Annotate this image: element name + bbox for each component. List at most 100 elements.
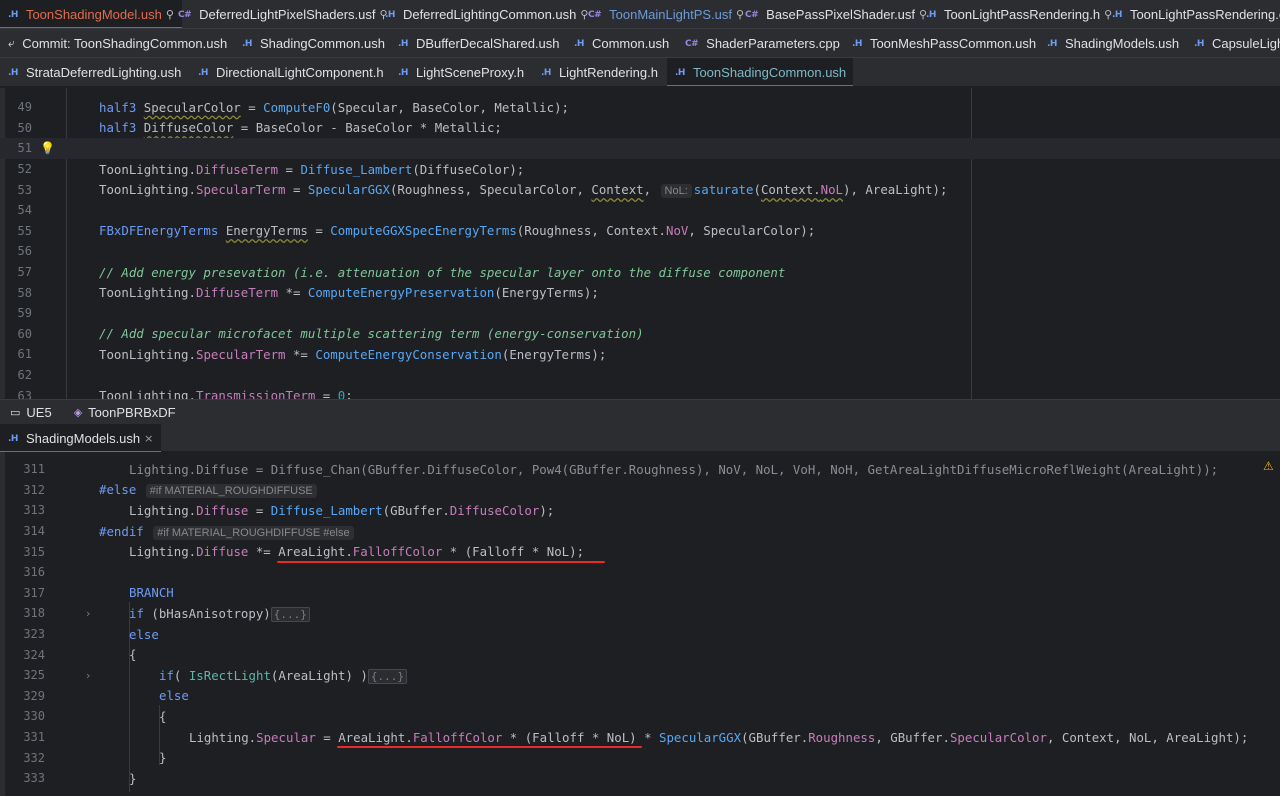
- tab-label: ToonShadingCommon.ush: [692, 65, 847, 80]
- top-code-editor[interactable]: 49 half3 SpecularColor = ComputeF0(Specu…: [0, 88, 1280, 399]
- tab-shadingmodels-bottom[interactable]: .H ShadingModels.ush ×: [0, 424, 162, 453]
- tab-label: CapsuleLight: [1211, 36, 1280, 51]
- header-file-icon: .H: [1194, 38, 1204, 49]
- code-comment: // Add energy presevation (i.e. attenuat…: [99, 264, 786, 280]
- line-number: 54: [17, 203, 32, 218]
- project-icon: ▭: [10, 405, 21, 419]
- tab-label: ShadingCommon.ush: [259, 36, 385, 51]
- code-text: else: [129, 626, 159, 642]
- tab-dbufferdecalshared[interactable]: .H DBufferDecalShared.ush: [390, 29, 568, 57]
- fold-chevron-icon[interactable]: ›: [86, 669, 90, 682]
- tab-deferredlightingcommon[interactable]: .H DeferredLightingCommon.ush ⚲: [377, 0, 596, 28]
- warning-icon[interactable]: ⚠: [1263, 459, 1274, 473]
- tab-toonlightpassrendering-cpp[interactable]: .H ToonLightPassRendering.cpp: [1104, 0, 1280, 28]
- header-file-icon: .H: [8, 433, 18, 444]
- line-number: 313: [23, 503, 45, 518]
- header-file-icon: .H: [398, 67, 408, 78]
- folded-region[interactable]: {...}: [367, 668, 408, 684]
- tab-label: ShaderParameters.cpp: [706, 36, 840, 51]
- tab-toonlightpassrendering-h[interactable]: .H ToonLightPassRendering.h ⚲: [918, 0, 1120, 28]
- code-line: 313 Lighting.Diffuse = Diffuse_Lambert(G…: [0, 500, 1280, 521]
- bottom-code-editor[interactable]: 311 Lighting.Diffuse = Diffuse_Chan(GBuf…: [0, 452, 1280, 796]
- code-line: 333 }: [0, 768, 1280, 789]
- line-number: 330: [23, 709, 45, 724]
- line-number: 49: [17, 100, 32, 115]
- header-file-icon: .H: [852, 38, 862, 49]
- cpp-file-icon: C#: [685, 38, 699, 49]
- line-number: 60: [17, 326, 32, 341]
- code-text: {: [129, 647, 137, 663]
- code-line: 329 else: [0, 686, 1280, 707]
- parameter-hint: NoL:: [660, 184, 692, 199]
- tab-shadingcommon[interactable]: .H ShadingCommon.ush: [234, 29, 393, 57]
- tab-toonshadingcommon[interactable]: .H ToonShadingCommon.ush: [667, 58, 853, 86]
- tab-lightrendering[interactable]: .H LightRendering.h: [533, 58, 666, 86]
- header-file-icon: .H: [541, 67, 551, 78]
- breadcrumb-bar: ▭ UE5 ◈ ToonPBRBxDF: [0, 399, 1280, 424]
- line-number: 323: [23, 627, 45, 642]
- code-line: 55 FBxDFEnergyTerms EnergyTerms = Comput…: [0, 221, 1280, 242]
- line-number: 314: [23, 524, 45, 539]
- code-line: 314 #endif #if MATERIAL_ROUGHDIFFUSE #el…: [0, 521, 1280, 542]
- code-line: 60 // Add specular microfacet multiple s…: [0, 324, 1280, 345]
- code-line: 56: [0, 241, 1280, 262]
- code-text: Lighting.Diffuse = Diffuse_Lambert(GBuff…: [129, 502, 555, 518]
- header-file-icon: .H: [398, 38, 408, 49]
- tab-label: LightRendering.h: [558, 65, 658, 80]
- tab-label: Common.ush: [591, 36, 670, 51]
- header-file-icon: .H: [574, 38, 584, 49]
- cube-icon: ◈: [73, 405, 83, 419]
- code-text: Lighting.Specular = AreaLight.FalloffCol…: [189, 729, 1249, 745]
- tab-lightsceneproxy[interactable]: .H LightSceneProxy.h: [390, 58, 532, 86]
- tab-toonmeshpasscommon[interactable]: .H ToonMeshPassCommon.ush: [844, 29, 1044, 57]
- folded-region[interactable]: {...}: [270, 606, 310, 622]
- tab-label: DeferredLightPixelShaders.usf: [199, 7, 376, 22]
- header-file-icon: .H: [8, 9, 18, 20]
- editor-tabs-row-2: ⤶ Commit: ToonShadingCommon.ush .H Shadi…: [0, 29, 1280, 58]
- code-text: if( IsRectLight(AreaLight) ) {...}: [159, 668, 408, 684]
- line-number: 332: [23, 750, 45, 765]
- header-file-icon: .H: [8, 67, 18, 78]
- tab-toonmainlightps[interactable]: C# ToonMainLightPS.usf ⚲: [580, 0, 752, 28]
- line-number: 324: [23, 647, 45, 662]
- code-text: BRANCH: [129, 585, 174, 601]
- code-comment: // Add specular microfacet multiple scat…: [99, 326, 644, 342]
- fold-chevron-icon[interactable]: ›: [86, 607, 90, 620]
- line-number: 52: [17, 162, 32, 177]
- tab-common[interactable]: .H Common.ush: [566, 29, 677, 57]
- breadcrumb-label: UE5: [26, 404, 52, 420]
- code-line: 63 ToonLighting.TransmissionTerm = 0;: [0, 385, 1280, 399]
- line-number: 56: [17, 244, 32, 259]
- tab-stratadeferredlighting[interactable]: .H StrataDeferredLighting.ush: [0, 58, 189, 86]
- code-line: 323 else: [0, 624, 1280, 645]
- line-number: 50: [17, 120, 32, 135]
- tab-deferredlightpixelshaders[interactable]: C# DeferredLightPixelShaders.usf ⚲: [170, 0, 396, 28]
- tab-capsulelight[interactable]: .H CapsuleLight: [1186, 29, 1280, 57]
- code-line: 59: [0, 303, 1280, 324]
- close-icon[interactable]: ×: [144, 432, 153, 445]
- code-line: 311 Lighting.Diffuse = Diffuse_Chan(GBuf…: [0, 459, 1280, 480]
- line-number: 55: [17, 223, 32, 238]
- breadcrumb-context[interactable]: ◈ ToonPBRBxDF: [74, 405, 176, 420]
- tab-shaderparameters[interactable]: C# ShaderParameters.cpp: [677, 29, 848, 57]
- breadcrumb-project[interactable]: ▭ UE5: [10, 405, 52, 420]
- tab-label: LightSceneProxy.h: [415, 65, 525, 80]
- line-number: 59: [17, 306, 32, 321]
- tab-toonshadingmodel[interactable]: .H ToonShadingModel.ush ⚲: [0, 0, 182, 28]
- lightbulb-icon[interactable]: 💡: [40, 141, 55, 155]
- code-text: ToonLighting.SpecularTerm = SpecularGGX(…: [99, 182, 948, 199]
- line-number: 57: [17, 265, 32, 280]
- code-line: 61 ToonLighting.SpecularTerm *= ComputeE…: [0, 344, 1280, 365]
- code-text: half3 SpecularColor = ComputeF0(Specular…: [99, 99, 570, 115]
- tab-shadingmodels[interactable]: .H ShadingModels.ush: [1039, 29, 1187, 57]
- code-line: 316: [0, 562, 1280, 583]
- tab-directionallightcomponent[interactable]: .H DirectionalLightComponent.h: [190, 58, 392, 86]
- line-number: 61: [17, 347, 32, 362]
- tab-commit[interactable]: ⤶ Commit: ToonShadingCommon.ush: [0, 29, 235, 57]
- line-number: 316: [23, 565, 45, 580]
- commit-icon: ⤶: [8, 36, 15, 50]
- tab-basepasspixelshader[interactable]: C# BasePassPixelShader.usf ⚲: [737, 0, 935, 28]
- line-number: 331: [23, 730, 45, 745]
- line-number: 58: [17, 285, 32, 300]
- code-text: #endif #if MATERIAL_ROUGHDIFFUSE #else: [99, 524, 356, 540]
